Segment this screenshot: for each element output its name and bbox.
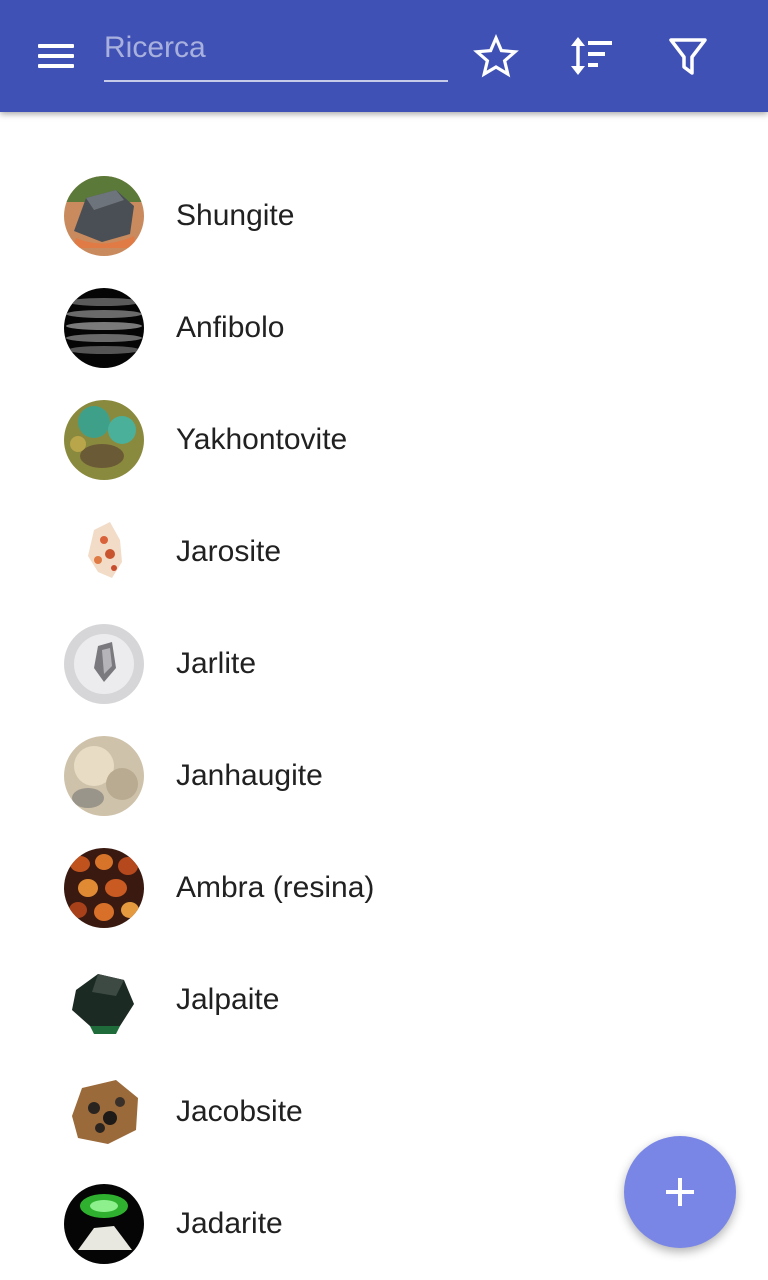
sort-button[interactable] xyxy=(568,32,616,80)
favorites-button[interactable] xyxy=(472,32,520,80)
list-item[interactable]: Ambra (resina) xyxy=(0,832,768,944)
search-input[interactable] xyxy=(104,28,444,68)
mineral-thumbnail xyxy=(64,736,144,816)
list-item[interactable]: Jarlite xyxy=(0,608,768,720)
mineral-thumbnail xyxy=(64,512,144,592)
mineral-name: Jarlite xyxy=(176,647,257,680)
mineral-name: Jacobsite xyxy=(176,1095,303,1128)
menu-icon-bar xyxy=(38,64,74,68)
sort-icon xyxy=(571,37,612,75)
app-bar xyxy=(0,0,768,112)
mineral-name: Janhaugite xyxy=(176,759,323,792)
star-outline-icon xyxy=(473,33,519,78)
mineral-thumbnail xyxy=(64,624,144,704)
mineral-thumbnail xyxy=(64,1072,144,1152)
mineral-thumbnail xyxy=(64,960,144,1040)
mineral-thumbnail xyxy=(64,176,144,256)
search-field[interactable] xyxy=(104,28,448,82)
mineral-thumbnail xyxy=(64,400,144,480)
mineral-name: Jadarite xyxy=(176,1207,283,1240)
mineral-name: Shungite xyxy=(176,199,295,232)
mineral-name: Jarosite xyxy=(176,535,282,568)
list-item[interactable]: Jalpaite xyxy=(0,944,768,1056)
list-item[interactable]: Anfibolo xyxy=(0,272,768,384)
filter-icon xyxy=(669,38,707,75)
mineral-name: Jalpaite xyxy=(176,983,280,1016)
mineral-name: Ambra (resina) xyxy=(176,871,375,904)
list-item[interactable]: Janhaugite xyxy=(0,720,768,832)
add-button[interactable] xyxy=(624,1136,736,1248)
list-item[interactable]: Yakhontovite xyxy=(0,384,768,496)
mineral-thumbnail xyxy=(64,848,144,928)
menu-icon-bar xyxy=(38,54,74,58)
list-item[interactable]: Shungite xyxy=(0,160,768,272)
mineral-thumbnail xyxy=(64,1184,144,1264)
menu-button[interactable] xyxy=(24,32,88,80)
filter-button[interactable] xyxy=(664,32,712,80)
mineral-name: Anfibolo xyxy=(176,311,285,344)
mineral-name: Yakhontovite xyxy=(176,423,348,456)
list-item[interactable]: Jarosite xyxy=(0,496,768,608)
mineral-list: Shungite Anfibolo Yakhontovite Jarosite … xyxy=(0,160,768,1280)
menu-icon-bar xyxy=(38,44,74,48)
mineral-thumbnail xyxy=(64,288,144,368)
plus-icon xyxy=(666,1178,694,1206)
